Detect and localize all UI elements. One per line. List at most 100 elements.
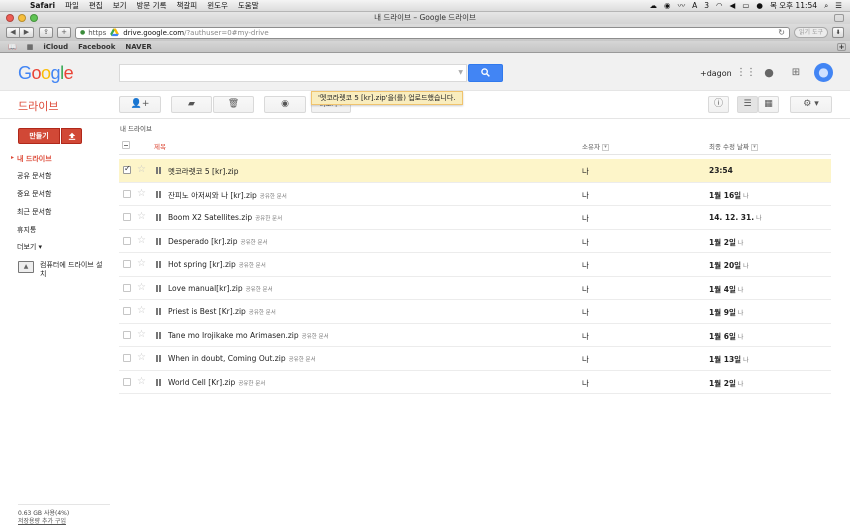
- column-owner[interactable]: 소유자 ▾: [582, 141, 609, 151]
- google-logo[interactable]: Google: [18, 63, 74, 84]
- install-drive-link[interactable]: ▲ 컴퓨터에 드라이브 설치: [18, 261, 104, 279]
- menu-view[interactable]: 보기: [113, 0, 127, 11]
- file-name[interactable]: 멧코라렛코 5 [kr].zip: [168, 166, 241, 177]
- preview-eye-button[interactable]: ◉: [264, 96, 306, 113]
- file-name[interactable]: Boom X2 Satellites.zip 공유한 문서: [168, 213, 282, 222]
- row-checkbox[interactable]: [123, 330, 131, 339]
- file-row[interactable]: ☆ Hot spring [kr].zip 공유한 문서 나 1월 20일 나: [119, 253, 831, 277]
- row-checkbox[interactable]: [123, 283, 131, 292]
- reload-icon[interactable]: ↻: [778, 28, 785, 37]
- share-button[interactable]: ⇪: [39, 27, 53, 38]
- drive-search-box[interactable]: ▼: [119, 64, 467, 82]
- file-name[interactable]: Desperado [kr].zip 공유한 문서: [168, 237, 268, 246]
- spotlight-icon[interactable]: ⌕: [824, 1, 828, 11]
- battery-icon[interactable]: ▭: [742, 1, 749, 10]
- column-title[interactable]: 제목: [154, 141, 166, 151]
- drive-sync-icon[interactable]: ☁: [650, 1, 658, 10]
- close-window-button[interactable]: [6, 14, 14, 22]
- file-name[interactable]: 잔피노 아저씨와 나 [kr].zip 공유한 문서: [168, 190, 287, 201]
- bookmark-icloud[interactable]: iCloud: [43, 43, 68, 51]
- row-checkbox[interactable]: [123, 354, 131, 362]
- search-input[interactable]: [120, 65, 450, 81]
- move-folder-button[interactable]: ▰: [171, 96, 212, 113]
- settings-gear-button[interactable]: ⚙ ▾: [790, 96, 832, 113]
- delete-button[interactable]: 🗑: [213, 96, 254, 113]
- drive-title[interactable]: 드라이브: [18, 98, 58, 114]
- menu-app-safari[interactable]: Safari: [30, 1, 55, 10]
- menu-history[interactable]: 방문 기록: [137, 0, 167, 11]
- buy-storage-link[interactable]: 저장용량 추가 구입: [18, 518, 110, 526]
- file-row[interactable]: ☆ World Cell [Kr].zip 공유한 문서 나 1월 2일 나: [119, 371, 831, 394]
- file-row[interactable]: ☆ Love manual[kr].zip 공유한 문서 나 1월 4일 나: [119, 277, 831, 300]
- star-icon[interactable]: ☆: [137, 352, 146, 363]
- details-info-button[interactable]: ⓘ: [708, 96, 729, 113]
- avatar[interactable]: ●: [814, 63, 833, 82]
- share-plus-icon[interactable]: ⊞: [789, 66, 803, 80]
- breadcrumb[interactable]: 내 드라이브: [120, 123, 152, 133]
- file-row[interactable]: ☆ Priest is Best [Kr].zip 공유한 문서 나 1월 9일 나: [119, 300, 831, 324]
- star-icon[interactable]: ☆: [137, 282, 146, 293]
- adobe-icon[interactable]: A: [692, 1, 697, 10]
- notifications-bell-icon[interactable]: ●: [762, 66, 776, 80]
- star-icon[interactable]: ☆: [137, 164, 146, 175]
- new-button[interactable]: 만들기: [18, 128, 60, 144]
- flag-icon[interactable]: ●: [756, 1, 763, 10]
- zoom-window-button[interactable]: [30, 14, 38, 22]
- file-row[interactable]: ☆ 멧코라렛코 5 [kr].zip 나 23:54: [119, 159, 831, 183]
- file-name[interactable]: Priest is Best [Kr].zip 공유한 문서: [168, 307, 276, 316]
- row-checkbox[interactable]: [123, 213, 131, 221]
- row-checkbox[interactable]: [123, 377, 131, 386]
- owner-sort-icon[interactable]: ▾: [601, 143, 609, 151]
- bookmark-facebook[interactable]: Facebook: [78, 43, 115, 51]
- menu-file[interactable]: 파일: [65, 0, 79, 11]
- apps-grid-icon[interactable]: ⋮⋮: [736, 66, 756, 80]
- upload-button[interactable]: [61, 128, 82, 144]
- file-row[interactable]: ☆ Boom X2 Satellites.zip 공유한 문서 나 14. 12.…: [119, 206, 831, 230]
- share-person-button[interactable]: 👤+: [119, 96, 161, 113]
- star-icon[interactable]: ☆: [137, 329, 146, 340]
- file-row[interactable]: ☆ When in doubt, Coming Out.zip 공유한 문서 나 …: [119, 347, 831, 371]
- star-icon[interactable]: ☆: [137, 211, 146, 222]
- back-button[interactable]: ◀: [6, 27, 20, 38]
- row-checkbox[interactable]: [123, 236, 131, 245]
- menubar-clock[interactable]: 목 오후 11:54: [770, 0, 817, 11]
- search-options-dropdown-icon[interactable]: ▼: [458, 69, 463, 76]
- eye-icon[interactable]: ◉: [664, 1, 671, 10]
- sidebar-item-my-drive[interactable]: 내 드라이브: [11, 154, 52, 164]
- file-row[interactable]: ☆ Tane mo Irojikake mo Arimasen.zip 공유한 문…: [119, 324, 831, 347]
- column-modified[interactable]: 최종 수정 날짜 ▾: [709, 141, 759, 151]
- wifi-icon[interactable]: ◠: [716, 1, 723, 10]
- plus-user-link[interactable]: +dagon: [700, 69, 732, 78]
- volume-icon[interactable]: ◀: [730, 1, 736, 10]
- star-icon[interactable]: ☆: [137, 376, 146, 387]
- file-name[interactable]: Love manual[kr].zip 공유한 문서: [168, 284, 273, 293]
- row-checkbox[interactable]: [123, 260, 131, 268]
- menu-bookmarks[interactable]: 책갈피: [176, 0, 197, 11]
- row-checkbox[interactable]: [123, 307, 131, 315]
- search-button[interactable]: [468, 64, 503, 82]
- file-row[interactable]: ☆ 잔피노 아저씨와 나 [kr].zip 공유한 문서 나 1월 16일 나: [119, 183, 831, 206]
- sidebar-item-more[interactable]: 더보기 ▾: [17, 242, 42, 252]
- notification-center-icon[interactable]: ☰: [835, 1, 842, 10]
- menu-window[interactable]: 윈도우: [207, 0, 228, 11]
- file-name[interactable]: Hot spring [kr].zip 공유한 문서: [168, 260, 266, 269]
- row-checkbox[interactable]: [123, 189, 131, 198]
- top-sites-icon[interactable]: ▦: [27, 43, 34, 51]
- moustache-icon[interactable]: 〰: [678, 0, 686, 11]
- new-tab-button[interactable]: +: [57, 27, 71, 38]
- grid-view-button[interactable]: ▦: [758, 96, 779, 113]
- downloads-icon[interactable]: ⬇: [832, 27, 844, 38]
- bookmark-naver[interactable]: NAVER: [125, 43, 151, 51]
- reader-button[interactable]: 읽기 도구: [794, 27, 828, 38]
- file-name[interactable]: World Cell [Kr].zip 공유한 문서: [168, 378, 265, 387]
- star-icon[interactable]: ☆: [137, 188, 146, 199]
- star-icon[interactable]: ☆: [137, 305, 146, 316]
- address-bar[interactable]: ● https drive.google.com /?authuser=0#my…: [75, 26, 790, 39]
- fullscreen-button[interactable]: [834, 14, 844, 22]
- select-all-checkbox[interactable]: [122, 141, 130, 149]
- sidebar-item-starred[interactable]: 중요 문서함: [17, 189, 51, 199]
- reading-list-icon[interactable]: 📖: [8, 43, 17, 51]
- sidebar-item-recent[interactable]: 최근 문서함: [17, 207, 51, 217]
- minimize-window-button[interactable]: [18, 14, 26, 22]
- menu-help[interactable]: 도움말: [238, 0, 259, 11]
